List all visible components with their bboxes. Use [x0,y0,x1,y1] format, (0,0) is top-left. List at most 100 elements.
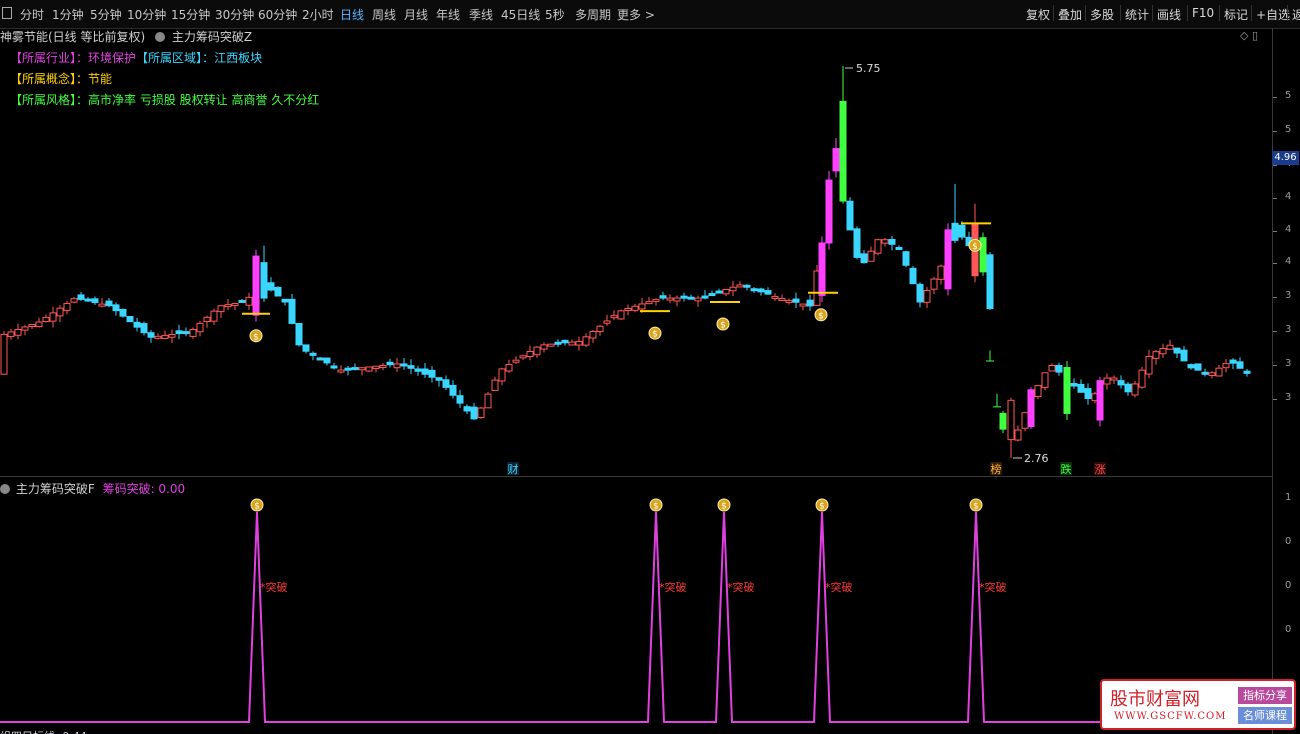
toolbar-action-8[interactable]: 返 [1292,6,1300,23]
period-tab-12[interactable]: 季线 [469,6,493,23]
axis-tick: 5 [1285,90,1292,101]
event-badge: 涨 [1095,463,1106,476]
candle-body [302,344,310,352]
watermark-tag-share: 指标分享 [1238,687,1292,704]
money-bag-symbol: $ [721,502,727,512]
period-tab-1[interactable]: 1分钟 [52,6,84,23]
axis-tick-mark [1273,165,1277,166]
toolbar-action-2[interactable]: 多股 [1090,6,1114,23]
axis-tick: 0 [1285,580,1292,591]
sub-indicator-title[interactable]: 主力筹码突破F [16,482,95,496]
candle-body [596,325,604,333]
watermark-url: WWW.GSCFW.COM [1114,711,1227,722]
axis-tick: 3 [1285,290,1292,301]
toolbar-separator [1251,5,1252,21]
candle-body [147,332,155,338]
candle-body [91,298,99,304]
period-tab-11[interactable]: 年线 [436,6,460,23]
toolbar-action-5[interactable]: F10 [1192,6,1214,20]
toolbar-action-3[interactable]: 统计 [1125,6,1149,23]
money-bag-symbol: $ [973,502,979,512]
candle-body [930,278,938,290]
period-tab-14[interactable]: 5秒 [545,6,565,23]
breakout-signal-label: *突破 [979,580,1007,594]
industry-value: 环境保护 [88,51,137,65]
toolbar-action-1[interactable]: 叠加 [1058,6,1082,23]
period-tab-9[interactable]: 周线 [372,6,396,23]
candle-body [1084,388,1092,400]
toolbar-separator [1152,5,1153,21]
axis-tick: 4 [1285,191,1292,202]
period-tab-10[interactable]: 月线 [404,6,428,23]
chart-settings-icons[interactable]: ◇ ▯ [1240,29,1258,42]
candle-body [435,377,443,381]
period-tab-2[interactable]: 5分钟 [90,6,122,23]
period-tab-13[interactable]: 45日线 [501,6,540,23]
candle-body [771,295,779,299]
candle-body [477,407,485,418]
signal-chart[interactable]: $ *突破 $ *突破 $ *突破 $ *突破 $ *突破 [0,478,1272,734]
candle-body [1007,399,1015,441]
candle-body [1243,370,1251,374]
candle-body [589,331,597,339]
money-bag-symbol: $ [720,320,726,330]
toolbar-action-0[interactable]: 复权 [1026,6,1050,23]
candle-body [0,333,8,375]
toolbar-action-6[interactable]: 标记 [1224,6,1248,23]
candle-body [1131,383,1139,396]
candle-body [491,379,499,391]
axis-tick: 3 [1285,324,1292,335]
period-tab-4[interactable]: 15分钟 [171,6,210,23]
candle-body [56,307,64,317]
toolbar-action-4[interactable]: 画线 [1157,6,1181,23]
candle-body [365,366,373,372]
candle-body [1034,385,1042,397]
candle-body [498,368,506,382]
candle-body [112,304,120,312]
candle-body [881,239,889,244]
candle-body [274,286,282,297]
period-tab-5[interactable]: 30分钟 [215,6,254,23]
candle-body [224,304,232,308]
candle-body [63,302,71,312]
candle-body [105,300,113,307]
candle-body [715,290,723,294]
toolbar-menu-icon[interactable] [2,7,12,19]
breakout-signal-label: *突破 [825,580,853,594]
toolbar-action-7[interactable]: +自选 [1256,6,1290,23]
indicator-title[interactable]: 主力筹码突破Z [172,30,252,44]
period-tab-16[interactable]: 更多 > [617,6,655,23]
candle-body [839,100,847,202]
candle-body [337,369,345,373]
candle-body [182,331,190,335]
candle-body [832,148,840,172]
candle-body [680,295,688,299]
dropdown-icon[interactable] [155,32,166,42]
period-tab-0[interactable]: 分时 [20,6,44,23]
site-watermark: 股市财富网 WWW.GSCFW.COM 指标分享 名师课程 [1100,679,1296,730]
candle-body [1236,361,1244,369]
dropdown-icon[interactable] [0,484,10,494]
candle-body [407,365,415,369]
period-tab-6[interactable]: 60分钟 [258,6,297,23]
panel-divider [0,476,1272,477]
toolbar-separator [1219,5,1220,21]
price-axis[interactable]: 55444433331000 [1272,28,1300,734]
money-bag-symbol: $ [972,242,978,252]
candle-body [916,283,924,303]
candle-body [1145,355,1153,375]
candle-body [638,303,646,310]
candle-body [512,359,520,363]
period-tab-15[interactable]: 多周期 [575,6,611,23]
candle-body [778,298,786,302]
toolbar-separator [1053,5,1054,21]
period-tab-3[interactable]: 10分钟 [127,6,166,23]
candle-body [316,357,324,361]
candle-body [1117,380,1125,386]
period-tab-7[interactable]: 2小时 [302,6,334,23]
toolbar-separator [1085,5,1086,21]
period-tab-8[interactable]: 日线 [340,6,364,23]
axis-tick: 4 [1285,224,1292,235]
candle-body [133,321,141,328]
candle-body [126,316,134,323]
